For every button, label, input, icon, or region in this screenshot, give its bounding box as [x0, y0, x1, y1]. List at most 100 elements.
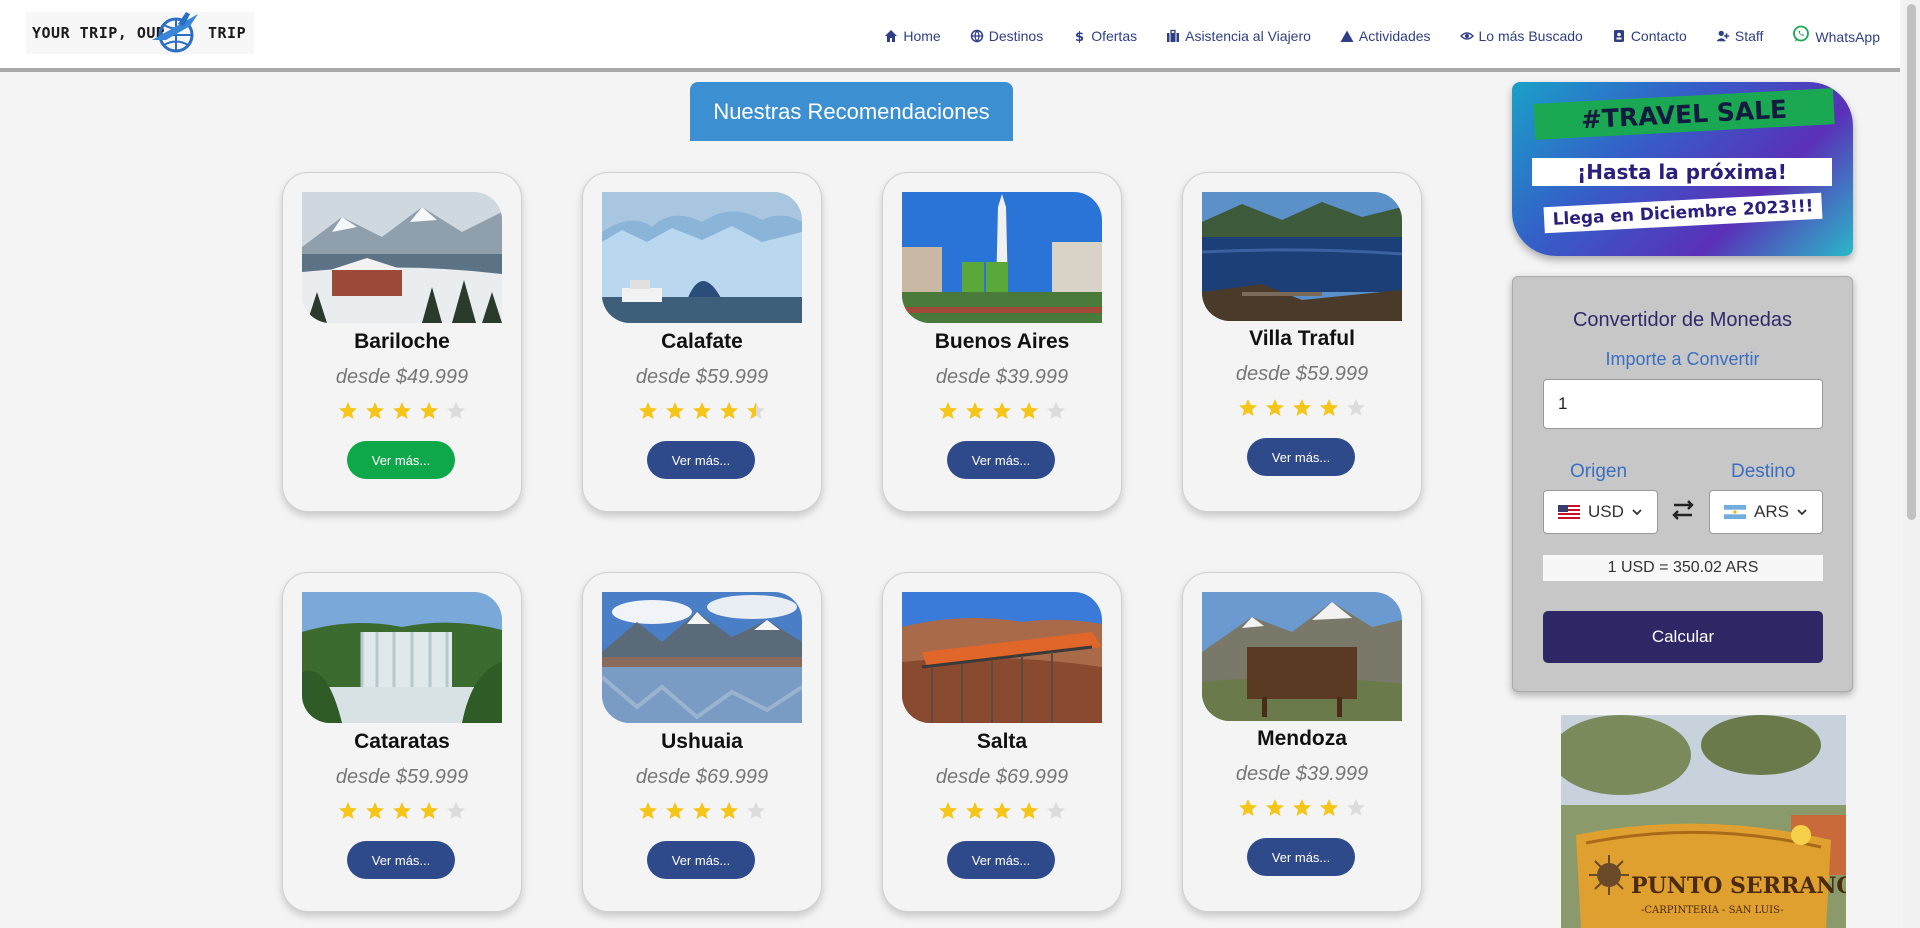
sale-line-1: ¡Hasta la próxima!	[1532, 158, 1832, 186]
travel-sale-banner[interactable]: #TRAVEL SALE ¡Hasta la próxima! Llega en…	[1512, 82, 1853, 256]
star-icon	[420, 402, 438, 419]
destination-card-calafate: Calafate desde $59.999 Ver más...	[582, 172, 822, 512]
ver-mas-button[interactable]: Ver más...	[347, 441, 455, 479]
star-icon	[393, 802, 411, 819]
nav-item-home[interactable]: Home	[884, 26, 941, 45]
sale-tag: #TRAVEL SALE	[1533, 88, 1835, 140]
amount-input[interactable]	[1543, 379, 1823, 429]
nav-item-asistencia[interactable]: Asistencia al Viajero	[1166, 26, 1311, 45]
nav-label: Home	[903, 27, 941, 44]
star-icon	[939, 402, 957, 419]
star-icon	[447, 802, 465, 819]
star-icon	[1347, 399, 1365, 416]
nav-label: Destinos	[988, 27, 1044, 44]
nav-label: WhatsApp	[1815, 29, 1880, 45]
star-icon	[1047, 402, 1065, 419]
calculate-button[interactable]: Calcular	[1543, 611, 1823, 663]
destination-currency-select[interactable]: ARS	[1709, 490, 1823, 534]
ver-mas-button[interactable]: Ver más...	[347, 841, 455, 879]
punto-serrano-ad-image[interactable]: PUNTO SERRANO -CARPINTERIA - SAN LUIS-	[1561, 715, 1846, 928]
ad-brand-text: PUNTO SERRANO	[1631, 873, 1846, 899]
star-icon	[420, 802, 438, 819]
globe-plane-icon	[152, 12, 198, 53]
star-icon	[1320, 799, 1338, 816]
swap-arrows-icon[interactable]	[1668, 495, 1698, 525]
ver-mas-button[interactable]: Ver más...	[947, 841, 1055, 879]
destination-photo	[602, 192, 802, 323]
destination-price: desde $59.999	[1235, 363, 1369, 385]
nav-item-staff[interactable]: Staff	[1716, 26, 1763, 45]
rating-stars	[583, 401, 821, 421]
nav-item-actividades[interactable]: Actividades	[1340, 26, 1431, 45]
site-logo[interactable]: YOUR TRIP, OUR TRIP	[26, 12, 254, 54]
star-icon	[693, 802, 711, 819]
destination-price: desde $39.999	[935, 366, 1069, 388]
nav-item-lo-mas-buscado[interactable]: Lo más Buscado	[1459, 26, 1583, 45]
destination-price: desde $49.999	[335, 366, 469, 388]
main-nav: Home Destinos $ Ofertas Asistencia al Vi…	[855, 25, 1880, 45]
nav-label: Ofertas	[1091, 27, 1138, 44]
sale-line-2: Llega en Diciembre 2023!!!	[1543, 192, 1823, 234]
origin-label: Origen	[1570, 461, 1628, 482]
destination-photo	[902, 192, 1102, 323]
nav-item-destinos[interactable]: Destinos	[970, 26, 1043, 45]
star-icon	[366, 402, 384, 419]
destination-card-buenos-aires: Buenos Aires desde $39.999 Ver más...	[882, 172, 1122, 512]
logo-text-right: TRIP	[208, 24, 247, 42]
currency-converter: Convertidor de Monedas Importe a Convert…	[1512, 276, 1853, 692]
star-icon	[666, 402, 684, 419]
star-icon	[747, 802, 765, 819]
ver-mas-button[interactable]: Ver más...	[947, 441, 1055, 479]
star-icon	[993, 802, 1011, 819]
destination-card-bariloche: Bariloche desde $49.999 Ver más...	[282, 172, 522, 512]
nav-label: Lo más Buscado	[1478, 27, 1583, 44]
star-icon	[639, 802, 657, 819]
ad-subtitle-text: -CARPINTERIA - SAN LUIS-	[1641, 905, 1784, 916]
star-icon	[720, 402, 738, 419]
star-icon	[966, 402, 984, 419]
rating-stars	[883, 801, 1121, 821]
destination-photo	[902, 592, 1102, 723]
ver-mas-button[interactable]: Ver más...	[647, 841, 755, 879]
svg-text:$: $	[1075, 30, 1084, 43]
star-icon	[447, 402, 465, 419]
rating-stars	[883, 401, 1121, 421]
star-icon	[339, 402, 357, 419]
nav-label: Asistencia al Viajero	[1185, 27, 1311, 44]
star-icon	[747, 402, 765, 419]
star-icon	[1266, 799, 1284, 816]
star-icon	[1293, 399, 1311, 416]
star-icon	[366, 802, 384, 819]
nav-item-contacto[interactable]: Contacto	[1612, 26, 1687, 45]
page-scrollbar[interactable]	[1903, 0, 1920, 928]
destination-photo	[302, 192, 502, 323]
chevron-down-icon	[1632, 509, 1642, 516]
chevron-down-icon	[1797, 509, 1807, 516]
star-icon	[339, 802, 357, 819]
destination-name: Mendoza	[1257, 727, 1347, 750]
ver-mas-button[interactable]: Ver más...	[647, 441, 755, 479]
nav-item-ofertas[interactable]: $ Ofertas	[1072, 26, 1137, 45]
destination-card-mendoza: Mendoza desde $39.999 Ver más...	[1182, 572, 1422, 912]
destination-card-cataratas: Cataratas desde $59.999 Ver más...	[282, 572, 522, 912]
nav-item-whatsapp[interactable]: WhatsApp	[1792, 25, 1880, 45]
destination-name: Buenos Aires	[934, 330, 1070, 353]
sun-logo-icon	[1589, 855, 1629, 895]
ver-mas-button[interactable]: Ver más...	[1247, 438, 1355, 476]
star-icon	[939, 802, 957, 819]
destination-price: desde $69.999	[935, 766, 1069, 788]
destination-name: Ushuaia	[661, 730, 743, 753]
destination-price: desde $39.999	[1235, 763, 1369, 785]
contact-card-icon	[1613, 29, 1624, 42]
destination-card-salta: Salta desde $69.999 Ver más...	[882, 572, 1122, 912]
scrollbar-thumb[interactable]	[1907, 4, 1916, 520]
ver-mas-button[interactable]: Ver más...	[1247, 838, 1355, 876]
star-icon	[1293, 799, 1311, 816]
origin-currency-select[interactable]: USD	[1543, 490, 1658, 534]
us-flag-icon	[1558, 505, 1580, 519]
rating-stars	[1183, 398, 1421, 418]
destination-label: Destino	[1731, 461, 1796, 482]
nav-label: Contacto	[1630, 27, 1687, 44]
destination-photo	[302, 592, 502, 723]
destination-photo	[1202, 192, 1402, 321]
